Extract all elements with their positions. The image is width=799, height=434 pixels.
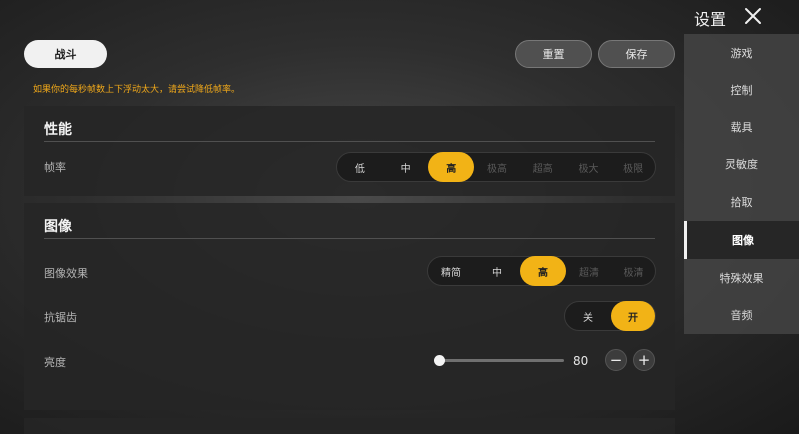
- brightness-label: 亮度: [44, 356, 66, 369]
- brightness-increase-button[interactable]: +: [633, 349, 655, 371]
- sidebar-item-sensitivity[interactable]: 灵敏度: [684, 145, 799, 183]
- brightness-slider[interactable]: [438, 359, 564, 362]
- frame-rate-label: 帧率: [44, 161, 66, 174]
- section-divider: [44, 238, 655, 239]
- frame-rate-option-low[interactable]: 低: [337, 152, 383, 182]
- settings-sidebar: 游戏 控制 载具 灵敏度 拾取 图像 特殊效果 音频: [684, 34, 799, 334]
- sidebar-item-game[interactable]: 游戏: [684, 34, 799, 72]
- brightness-decrease-button[interactable]: −: [605, 349, 627, 371]
- sidebar-item-audio[interactable]: 音频: [684, 296, 799, 334]
- graphics-section-title: 图像: [44, 219, 72, 235]
- frame-rate-option-medium[interactable]: 中: [383, 152, 429, 182]
- anti-aliasing-toggle: 关 开: [564, 301, 656, 331]
- frame-rate-selector: 低 中 高 极高 超高 极大 极限: [336, 152, 656, 182]
- graphics-quality-label: 图像效果: [44, 267, 88, 280]
- section-divider: [44, 141, 655, 142]
- close-icon[interactable]: [744, 7, 762, 25]
- quality-option-medium[interactable]: 中: [474, 256, 520, 286]
- sidebar-item-effects[interactable]: 特殊效果: [684, 259, 799, 297]
- graphics-quality-selector: 精简 中 高 超清 极清: [427, 256, 656, 286]
- frame-rate-option-extreme[interactable]: 极大: [566, 152, 612, 182]
- next-panel: [24, 418, 675, 434]
- performance-panel: 性能 帧率 低 中 高 极高 超高 极大 极限: [24, 106, 675, 196]
- fps-warning-text: 如果你的每秒帧数上下浮动太大，请尝试降低帧率。: [33, 85, 241, 95]
- frame-rate-option-ultra[interactable]: 超高: [520, 152, 566, 182]
- graphics-panel: 图像 图像效果 精简 中 高 超清 极清 抗锯齿 关 开 亮度 80 − +: [24, 203, 675, 410]
- settings-title: 设置: [694, 10, 727, 29]
- tab-battle[interactable]: 战斗: [24, 40, 107, 68]
- reset-button[interactable]: 重置: [515, 40, 592, 68]
- sidebar-item-pickup[interactable]: 拾取: [684, 183, 799, 221]
- brightness-slider-handle[interactable]: [434, 355, 445, 366]
- anti-aliasing-label: 抗锯齿: [44, 311, 77, 324]
- quality-option-high[interactable]: 高: [520, 256, 566, 286]
- anti-aliasing-off[interactable]: 关: [565, 301, 611, 331]
- brightness-value: 80: [573, 354, 589, 368]
- quality-option-hd[interactable]: 超清: [566, 256, 612, 286]
- sidebar-item-graphics[interactable]: 图像: [684, 221, 799, 259]
- quality-option-uhd[interactable]: 极清: [612, 256, 655, 286]
- performance-section-title: 性能: [44, 122, 72, 138]
- sidebar-item-vehicle[interactable]: 载具: [684, 108, 799, 146]
- save-button[interactable]: 保存: [598, 40, 675, 68]
- frame-rate-option-high[interactable]: 高: [428, 152, 475, 182]
- frame-rate-option-very-high[interactable]: 极高: [474, 152, 520, 182]
- sidebar-item-controls[interactable]: 控制: [684, 71, 799, 109]
- frame-rate-option-max[interactable]: 极限: [611, 152, 655, 182]
- quality-option-smooth[interactable]: 精简: [428, 256, 474, 286]
- anti-aliasing-on[interactable]: 开: [611, 301, 655, 331]
